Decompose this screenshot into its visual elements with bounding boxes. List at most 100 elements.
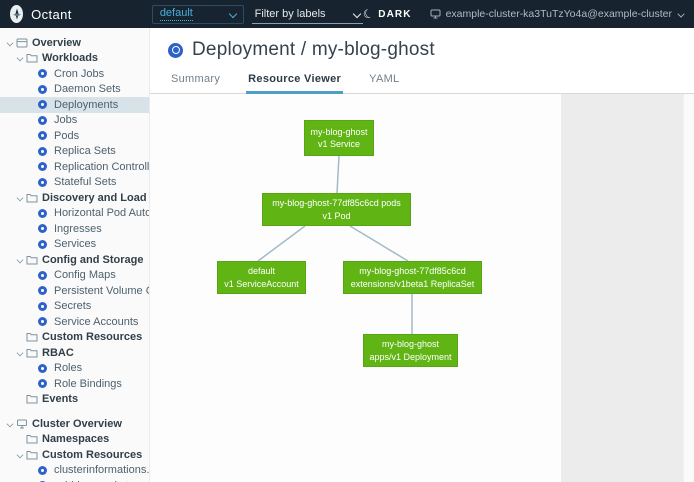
sidebar-item-cron-jobs[interactable]: Cron Jobs bbox=[0, 66, 149, 82]
sidebar-item-config-maps[interactable]: Config Maps bbox=[0, 268, 149, 284]
node-label: my-blog-ghost bbox=[382, 338, 439, 350]
resource-icon bbox=[38, 131, 47, 140]
sidebar-item-replication-controllers[interactable]: Replication Controllers bbox=[0, 159, 149, 175]
sidebar-item-events[interactable]: Events bbox=[0, 392, 149, 408]
namespace-dropdown[interactable]: default bbox=[152, 5, 244, 24]
sidebar-item-label: Custom Resources bbox=[40, 331, 142, 343]
label-filter-placeholder: Filter by labels bbox=[255, 8, 326, 20]
sidebar-item-deployments[interactable]: Deployments bbox=[0, 97, 149, 113]
sidebar-item-label: Persistent Volume Claims bbox=[52, 285, 149, 297]
resource-icon bbox=[38, 466, 47, 475]
sidebar-item-csidrivers-csi-storage-k8s-io[interactable]: csidrivers.csi.storage.k8s.io bbox=[0, 478, 149, 482]
resource-icon bbox=[38, 209, 47, 218]
chevron-down-icon bbox=[17, 194, 24, 201]
node-label: my-blog-ghost-77df85c6cd bbox=[359, 265, 466, 277]
resource-icon bbox=[38, 302, 47, 311]
dark-theme-toggle[interactable]: ☾ DARK bbox=[363, 8, 412, 20]
sidebar-item-label: Stateful Sets bbox=[52, 176, 116, 188]
sidebar-item-config-and-storage[interactable]: Config and Storage bbox=[0, 252, 149, 268]
chevron-down-icon bbox=[677, 10, 684, 17]
sidebar-item-label: Discovery and Load Balancing bbox=[40, 192, 149, 204]
sidebar-item-label: RBAC bbox=[40, 347, 74, 359]
sidebar-item-daemon-sets[interactable]: Daemon Sets bbox=[0, 82, 149, 98]
sidebar-item-pods[interactable]: Pods bbox=[0, 128, 149, 144]
sidebar-item-workloads[interactable]: Workloads bbox=[0, 51, 149, 67]
resource-icon bbox=[38, 379, 47, 388]
sidebar-item-discovery-and-load-balancing[interactable]: Discovery and Load Balancing bbox=[0, 190, 149, 206]
node-sublabel: v1 ServiceAccount bbox=[224, 278, 299, 290]
sidebar-item-horizontal-pod-autoscalers[interactable]: Horizontal Pod Autoscalers bbox=[0, 206, 149, 222]
edge-service-pod bbox=[337, 156, 339, 193]
sidebar-item-label: Workloads bbox=[40, 52, 98, 64]
resource-icon bbox=[38, 224, 47, 233]
resource-icon bbox=[38, 317, 47, 326]
sidebar-item-label: Namespaces bbox=[40, 433, 109, 445]
chevron-down-icon bbox=[7, 420, 14, 427]
sidebar-item-namespaces[interactable]: Namespaces bbox=[0, 432, 149, 448]
navigation-sidebar: OverviewWorkloads Cron Jobs Daemon Sets Dep… bbox=[0, 28, 150, 482]
folder-icon bbox=[26, 332, 38, 342]
sidebar-item-rbac[interactable]: RBAC bbox=[0, 345, 149, 361]
folder-icon bbox=[26, 53, 38, 63]
sidebar-item-replica-sets[interactable]: Replica Sets bbox=[0, 144, 149, 160]
sidebar-item-clusterinformations-crd-projec[interactable]: clusterinformations.crd.projec bbox=[0, 463, 149, 479]
sidebar-item-label: Roles bbox=[52, 362, 82, 374]
sidebar-item-label: Cron Jobs bbox=[52, 68, 104, 80]
chevron-down-icon bbox=[17, 451, 24, 458]
chevron-down-icon bbox=[17, 55, 24, 62]
folder-icon bbox=[26, 348, 38, 358]
resource-icon bbox=[38, 162, 47, 171]
graph-node-service[interactable]: my-blog-ghost v1 Service bbox=[304, 120, 374, 156]
label-filter-input[interactable]: Filter by labels bbox=[252, 5, 363, 24]
node-sublabel: extensions/v1beta1 ReplicaSet bbox=[351, 278, 475, 290]
graph-node-serviceaccount[interactable]: default v1 ServiceAccount bbox=[217, 261, 306, 294]
page-title: Deployment / my-blog-ghost bbox=[192, 39, 435, 61]
tab-resource-viewer[interactable]: Resource Viewer bbox=[246, 68, 343, 94]
sidebar-item-jobs[interactable]: Jobs bbox=[0, 113, 149, 129]
sidebar-item-overview[interactable]: Overview bbox=[0, 35, 149, 51]
sidebar-item-custom-resources[interactable]: Custom Resources bbox=[0, 330, 149, 346]
resource-icon bbox=[38, 240, 47, 249]
sidebar-item-secrets[interactable]: Secrets bbox=[0, 299, 149, 315]
sidebar-item-label: Daemon Sets bbox=[52, 83, 121, 95]
chevron-down-icon bbox=[17, 256, 24, 263]
tab-yaml[interactable]: YAML bbox=[367, 68, 401, 93]
scroll-gutter bbox=[683, 94, 694, 482]
sidebar-item-role-bindings[interactable]: Role Bindings bbox=[0, 376, 149, 392]
folder-icon bbox=[26, 193, 38, 203]
node-sublabel: apps/v1 Deployment bbox=[369, 351, 451, 363]
cluster-context-menu[interactable]: example-cluster-ka3TuTzYo4a@example-clus… bbox=[430, 8, 684, 20]
chevron-down-icon bbox=[17, 349, 24, 356]
resource-icon bbox=[38, 69, 47, 78]
graph-node-deployment[interactable]: my-blog-ghost apps/v1 Deployment bbox=[363, 334, 458, 367]
sidebar-item-label: Cluster Overview bbox=[30, 418, 122, 430]
node-label: my-blog-ghost-77df85c6cd pods bbox=[272, 197, 401, 209]
resource-icon bbox=[38, 85, 47, 94]
sidebar-item-label: Services bbox=[52, 238, 96, 250]
cluster-context-label: example-cluster-ka3TuTzYo4a@example-clus… bbox=[446, 8, 672, 20]
cluster-icon bbox=[430, 9, 441, 19]
page-header: Deployment / my-blog-ghost bbox=[150, 28, 694, 64]
app-name: Octant bbox=[31, 7, 72, 22]
sidebar-item-label: Jobs bbox=[52, 114, 77, 126]
sidebar-item-services[interactable]: Services bbox=[0, 237, 149, 253]
node-label: my-blog-ghost bbox=[310, 126, 367, 138]
sidebar-item-stateful-sets[interactable]: Stateful Sets bbox=[0, 175, 149, 191]
sidebar-item-ingresses[interactable]: Ingresses bbox=[0, 221, 149, 237]
sidebar-item-cluster-overview[interactable]: Cluster Overview bbox=[0, 416, 149, 432]
sidebar-item-custom-resources[interactable]: Custom Resources bbox=[0, 447, 149, 463]
sidebar-item-persistent-volume-claims[interactable]: Persistent Volume Claims bbox=[0, 283, 149, 299]
sidebar-item-roles[interactable]: Roles bbox=[0, 361, 149, 377]
sidebar-item-label: Ingresses bbox=[52, 223, 102, 235]
moon-icon: ☾ bbox=[361, 7, 375, 22]
resource-icon bbox=[38, 286, 47, 295]
sidebar-item-label: Horizontal Pod Autoscalers bbox=[52, 207, 149, 219]
folder-icon bbox=[26, 434, 38, 444]
edge-pod-serviceaccount bbox=[258, 226, 305, 261]
graph-node-pods[interactable]: my-blog-ghost-77df85c6cd pods v1 Pod bbox=[262, 193, 411, 226]
tab-bar: Summary Resource Viewer YAML bbox=[150, 68, 694, 94]
sidebar-item-service-accounts[interactable]: Service Accounts bbox=[0, 314, 149, 330]
sidebar-item-label: Events bbox=[40, 393, 78, 405]
tab-summary[interactable]: Summary bbox=[169, 68, 222, 93]
graph-node-replicaset[interactable]: my-blog-ghost-77df85c6cd extensions/v1be… bbox=[343, 261, 482, 294]
